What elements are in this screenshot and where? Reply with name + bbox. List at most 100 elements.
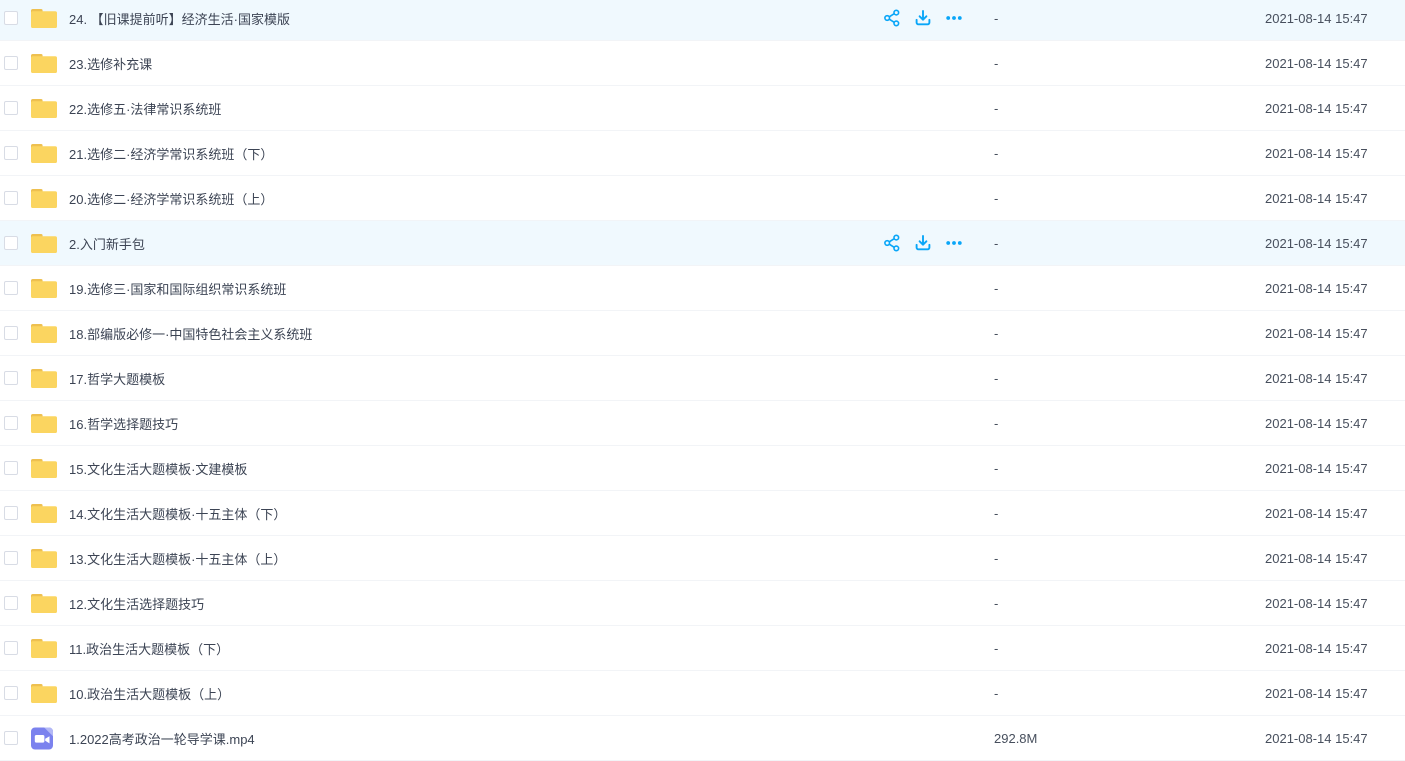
folder-icon [31, 97, 57, 120]
row-actions [876, 234, 994, 252]
folder-icon [31, 412, 57, 435]
download-icon[interactable] [914, 9, 932, 27]
file-date: 2021-08-14 15:47 [1265, 191, 1405, 206]
file-date: 2021-08-14 15:47 [1265, 686, 1405, 701]
file-date: 2021-08-14 15:47 [1265, 326, 1405, 341]
row-checkbox[interactable] [4, 596, 18, 610]
file-size: - [994, 11, 1265, 26]
file-name[interactable]: 17.哲学大题模板 [69, 369, 876, 388]
file-date: 2021-08-14 15:47 [1265, 56, 1405, 71]
file-name[interactable]: 14.文化生活大题模板·十五主体（下） [69, 504, 876, 523]
folder-icon [31, 232, 57, 255]
file-size: - [994, 191, 1265, 206]
folder-icon [31, 52, 57, 75]
file-row[interactable]: 24. 【旧课提前听】经济生活·国家模版 [0, 0, 1405, 41]
file-date: 2021-08-14 15:47 [1265, 101, 1405, 116]
file-date: 2021-08-14 15:47 [1265, 551, 1405, 566]
file-name[interactable]: 13.文化生活大题模板·十五主体（上） [69, 549, 876, 568]
row-checkbox[interactable] [4, 56, 18, 70]
file-row[interactable]: 21.选修二·经济学常识系统班（下） [0, 131, 1405, 176]
file-row[interactable]: 2.入门新手包 [0, 221, 1405, 266]
share-icon[interactable] [883, 234, 901, 252]
file-row[interactable]: 20.选修二·经济学常识系统班（上） [0, 176, 1405, 221]
file-name[interactable]: 20.选修二·经济学常识系统班（上） [69, 189, 876, 208]
file-row[interactable]: 11.政治生活大题模板（下） [0, 626, 1405, 671]
file-row[interactable]: 16.哲学选择题技巧 [0, 401, 1405, 446]
file-size: - [994, 326, 1265, 341]
row-checkbox[interactable] [4, 641, 18, 655]
more-actions-icon[interactable] [945, 9, 963, 27]
row-checkbox[interactable] [4, 11, 18, 25]
row-checkbox[interactable] [4, 416, 18, 430]
file-row[interactable]: 17.哲学大题模板 [0, 356, 1405, 401]
file-size: - [994, 281, 1265, 296]
row-checkbox[interactable] [4, 731, 18, 745]
file-size: - [994, 596, 1265, 611]
row-checkbox[interactable] [4, 236, 18, 250]
file-name[interactable]: 2.入门新手包 [69, 234, 876, 253]
row-checkbox[interactable] [4, 506, 18, 520]
row-checkbox[interactable] [4, 191, 18, 205]
row-checkbox[interactable] [4, 371, 18, 385]
file-size: - [994, 371, 1265, 386]
row-checkbox[interactable] [4, 146, 18, 160]
file-size: - [994, 101, 1265, 116]
folder-icon [31, 547, 57, 570]
row-checkbox[interactable] [4, 551, 18, 565]
file-size: - [994, 56, 1265, 71]
file-date: 2021-08-14 15:47 [1265, 461, 1405, 476]
row-checkbox[interactable] [4, 686, 18, 700]
folder-icon [31, 592, 57, 615]
file-size: - [994, 461, 1265, 476]
row-actions [876, 9, 994, 27]
file-name[interactable]: 15.文化生活大题模板·文建模板 [69, 459, 876, 478]
file-row[interactable]: 23.选修补充课 [0, 41, 1405, 86]
share-icon[interactable] [883, 9, 901, 27]
file-list: 24. 【旧课提前听】经济生活·国家模版 [0, 0, 1405, 761]
row-checkbox[interactable] [4, 101, 18, 115]
file-date: 2021-08-14 15:47 [1265, 236, 1405, 251]
file-row[interactable]: 12.文化生活选择题技巧 [0, 581, 1405, 626]
download-icon[interactable] [914, 234, 932, 252]
folder-icon [31, 457, 57, 480]
folder-icon [31, 277, 57, 300]
file-name[interactable]: 18.部编版必修一·中国特色社会主义系统班 [69, 324, 876, 343]
file-row[interactable]: 19.选修三·国家和国际组织常识系统班 [0, 266, 1405, 311]
folder-icon [31, 682, 57, 705]
file-size: - [994, 236, 1265, 251]
file-date: 2021-08-14 15:47 [1265, 146, 1405, 161]
file-row[interactable]: 14.文化生活大题模板·十五主体（下） [0, 491, 1405, 536]
folder-icon [31, 502, 57, 525]
file-size: 292.8M [994, 731, 1265, 746]
file-date: 2021-08-14 15:47 [1265, 281, 1405, 296]
more-actions-icon[interactable] [945, 234, 963, 252]
file-name[interactable]: 24. 【旧课提前听】经济生活·国家模版 [69, 9, 876, 28]
file-date: 2021-08-14 15:47 [1265, 731, 1405, 746]
row-checkbox[interactable] [4, 461, 18, 475]
file-row[interactable]: 15.文化生活大题模板·文建模板 [0, 446, 1405, 491]
file-name[interactable]: 21.选修二·经济学常识系统班（下） [69, 144, 876, 163]
file-size: - [994, 506, 1265, 521]
file-name[interactable]: 11.政治生活大题模板（下） [69, 639, 876, 658]
row-checkbox[interactable] [4, 326, 18, 340]
row-checkbox[interactable] [4, 281, 18, 295]
file-name[interactable]: 16.哲学选择题技巧 [69, 414, 876, 433]
folder-icon [31, 7, 57, 30]
file-size: - [994, 416, 1265, 431]
file-name[interactable]: 12.文化生活选择题技巧 [69, 594, 876, 613]
file-size: - [994, 641, 1265, 656]
file-name[interactable]: 23.选修补充课 [69, 54, 876, 73]
file-date: 2021-08-14 15:47 [1265, 416, 1405, 431]
file-date: 2021-08-14 15:47 [1265, 11, 1405, 26]
file-row[interactable]: 13.文化生活大题模板·十五主体（上） [0, 536, 1405, 581]
folder-icon [31, 187, 57, 210]
file-name[interactable]: 22.选修五·法律常识系统班 [69, 99, 876, 118]
file-row[interactable]: 10.政治生活大题模板（上） [0, 671, 1405, 716]
file-date: 2021-08-14 15:47 [1265, 596, 1405, 611]
file-date: 2021-08-14 15:47 [1265, 506, 1405, 521]
file-row[interactable]: 1.2022高考政治一轮导学课.mp4 [0, 716, 1405, 761]
file-row[interactable]: 18.部编版必修一·中国特色社会主义系统班 [0, 311, 1405, 356]
file-name[interactable]: 10.政治生活大题模板（上） [69, 684, 876, 703]
file-name[interactable]: 19.选修三·国家和国际组织常识系统班 [69, 279, 876, 298]
file-row[interactable]: 22.选修五·法律常识系统班 [0, 86, 1405, 131]
